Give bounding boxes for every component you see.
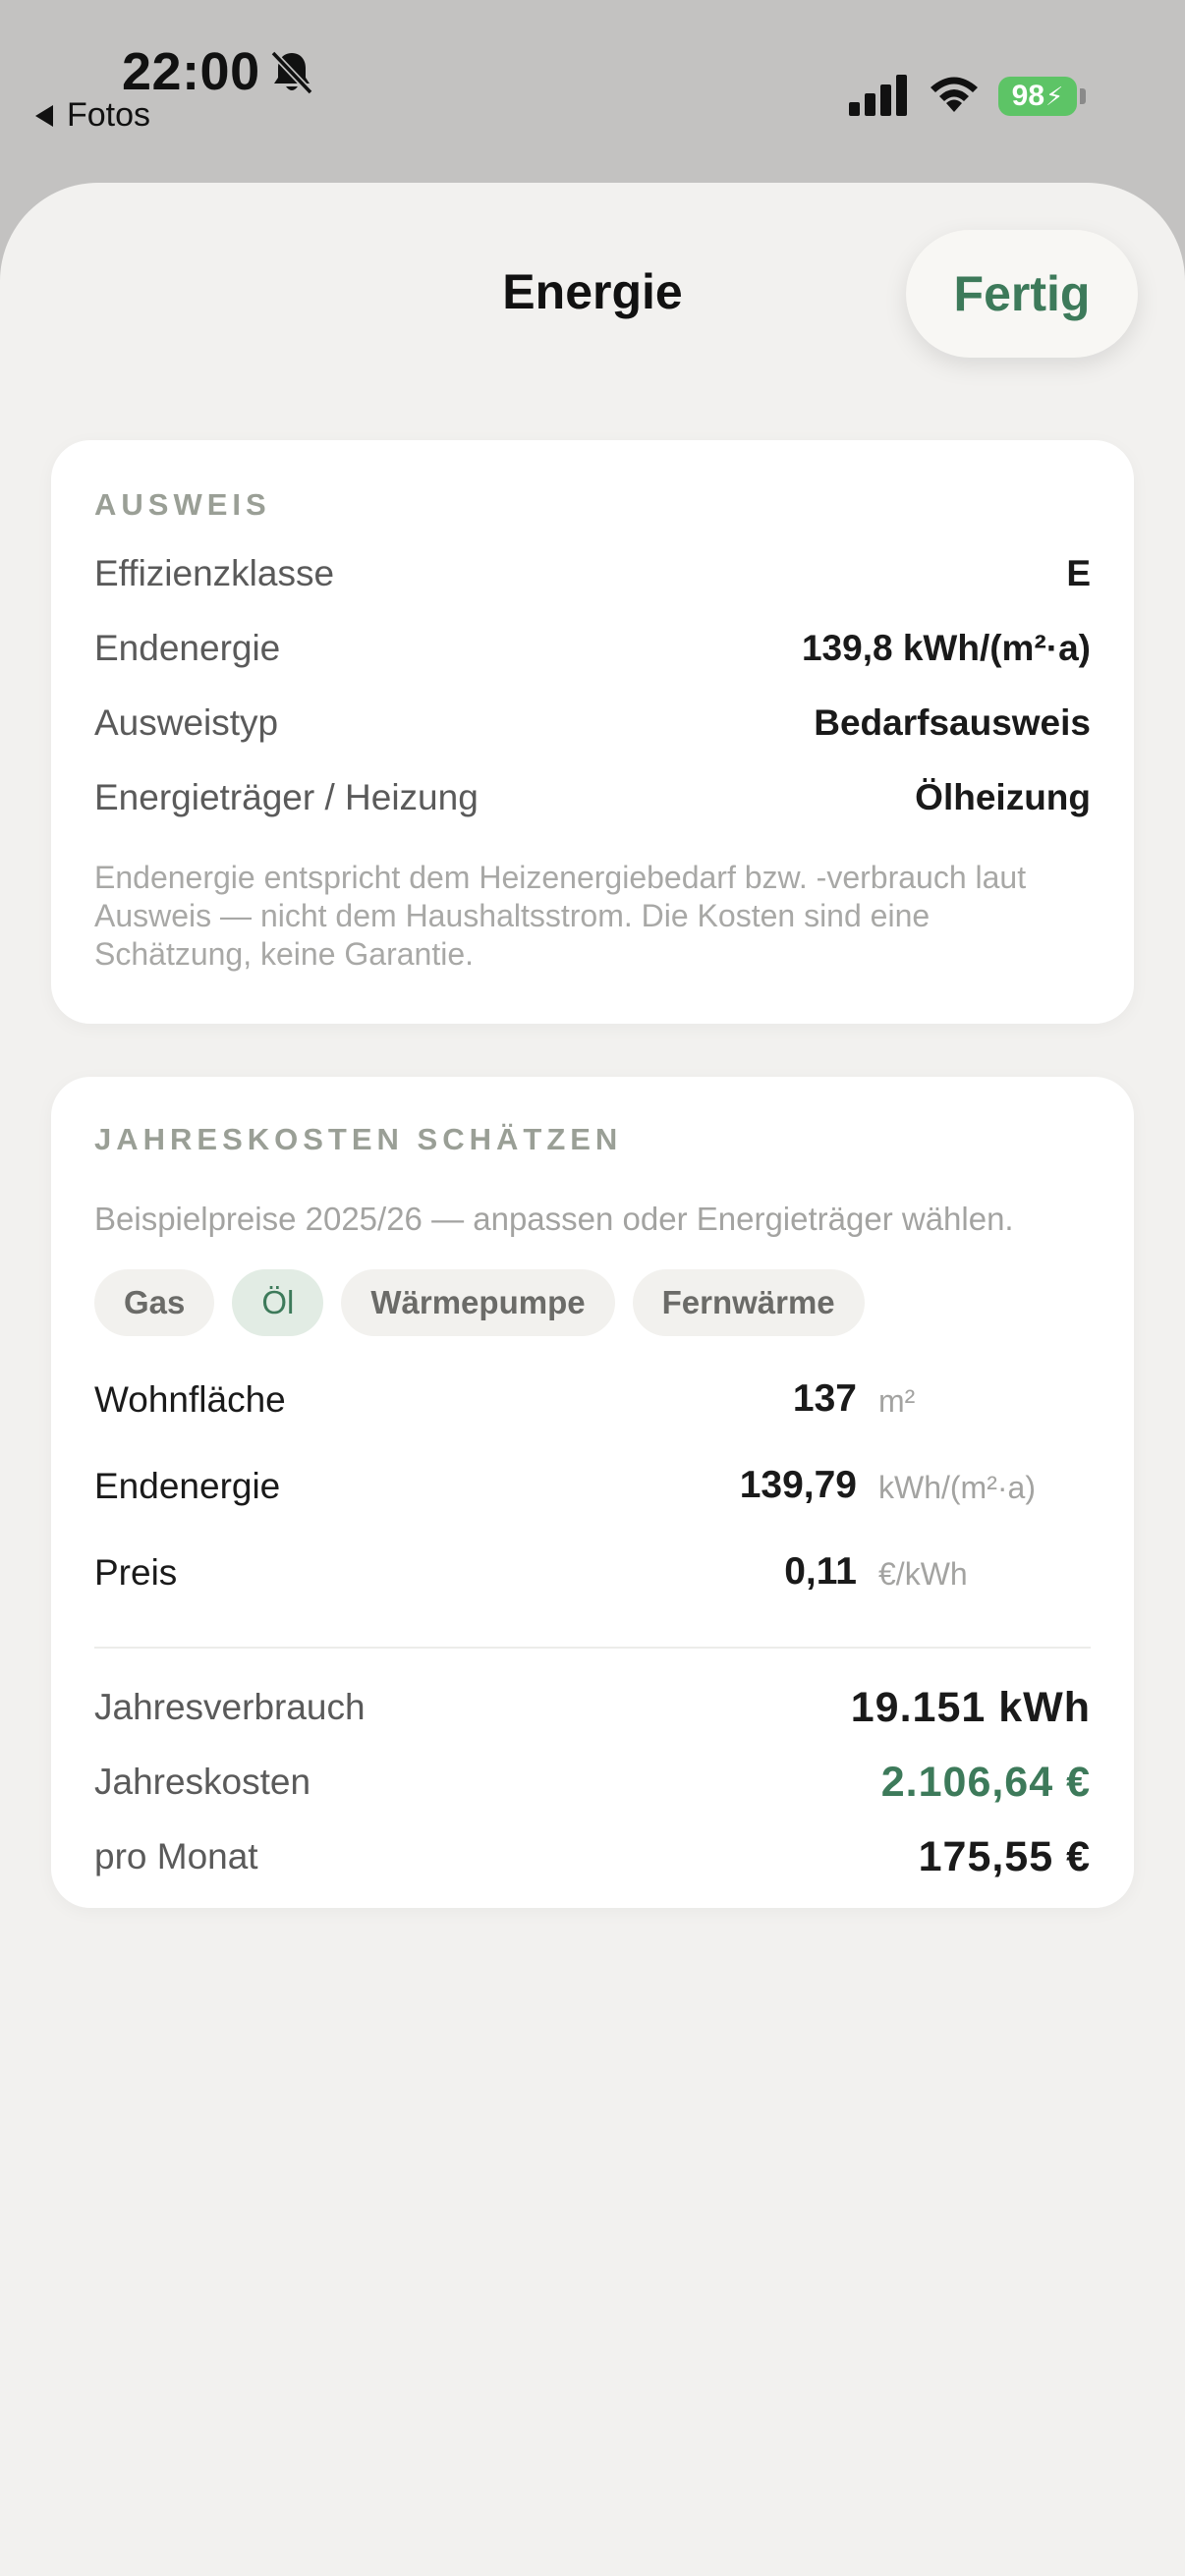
row-value: E [1066,553,1091,593]
final-energy-row: Endenergie 139,79 kWh/(m²·a) [94,1460,1091,1519]
divider [94,1647,1091,1649]
chip-heat-pump[interactable]: Wärmepumpe [341,1269,615,1336]
battery-cap [1080,88,1086,104]
price-field[interactable]: 0,11 [784,1550,857,1594]
result-label: pro Monat [94,1836,258,1876]
living-area-field[interactable]: 137 [793,1377,857,1421]
price-row: Preis 0,11 €/kWh [94,1546,1091,1605]
bell-slash-icon [270,50,313,95]
input-label: Preis [94,1552,178,1593]
status-time: 22:00 [122,42,260,101]
back-to-app-link[interactable]: Fotos [35,96,150,135]
row-value: Ölheizung [915,777,1091,817]
result-label: Jahresverbrauch [94,1687,366,1727]
monthly-cost-row: pro Monat 175,55 € [94,1829,1091,1884]
cellular-signal-icon [849,75,907,116]
input-label: Wohnfläche [94,1379,286,1420]
back-app-label: Fotos [67,96,151,134]
result-value: 175,55 € [918,1832,1091,1880]
certificate-row: Ausweistyp Bedarfsausweis [94,700,1091,747]
result-label: Jahreskosten [94,1762,311,1802]
battery-level: 98 [1011,80,1045,112]
annual-cost-row: Jahreskosten 2.106,64 € [94,1755,1091,1810]
annual-consumption-row: Jahresverbrauch 19.151 kWh [94,1680,1091,1735]
done-button[interactable]: Fertig [906,230,1138,358]
chip-gas[interactable]: Gas [94,1269,215,1336]
chip-district-heating[interactable]: Fernwärme [632,1269,865,1336]
input-label: Endenergie [94,1466,281,1506]
estimate-section-label: JAHRESKOSTEN SCHÄTZEN [94,1122,623,1156]
certificate-note: Endenergie entspricht dem Heizenergiebed… [94,860,1027,972]
result-value: 2.106,64 € [880,1758,1091,1806]
input-unit: €/kWh [878,1556,968,1592]
row-value: 139,8 kWh/(m²·a) [801,628,1091,668]
result-value: 19.151 kWh [850,1683,1091,1731]
row-label: Energieträger / Heizung [94,777,479,817]
living-area-row: Wohnfläche 137 m² [94,1373,1091,1432]
row-label: Endenergie [94,628,281,668]
cost-estimate-card: JAHRESKOSTEN SCHÄTZEN Beispielpreise 202… [51,1077,1134,1908]
input-unit: kWh/(m²·a) [878,1470,1036,1505]
certificate-card: AUSWEIS Effizienzklasse E Endenergie 139… [51,440,1134,1024]
energy-source-chips: Gas Öl Wärmepumpe Fernwärme [94,1269,865,1336]
certificate-row: Energieträger / Heizung Ölheizung [94,774,1091,821]
chip-oil[interactable]: Öl [232,1269,324,1336]
final-energy-field[interactable]: 139,79 [740,1464,857,1507]
estimate-subtitle: Beispielpreise 2025/26 — anpassen oder E… [94,1201,1014,1237]
wifi-icon [931,77,978,112]
back-triangle-icon [35,104,53,127]
row-value: Bedarfsausweis [814,702,1091,743]
certificate-row: Endenergie 139,8 kWh/(m²·a) [94,625,1091,672]
battery-charging-icon: 98 ⚡ [998,77,1077,116]
input-unit: m² [878,1383,916,1419]
row-label: Effizienzklasse [94,553,335,593]
row-label: Ausweistyp [94,702,279,743]
status-bar: 22:00 Fotos 98 ⚡ [0,0,1185,177]
certificate-section-label: AUSWEIS [94,487,271,522]
energy-sheet: Energie Fertig AUSWEIS Effizienzklasse E… [0,183,1185,2576]
certificate-row: Effizienzklasse E [94,550,1091,597]
